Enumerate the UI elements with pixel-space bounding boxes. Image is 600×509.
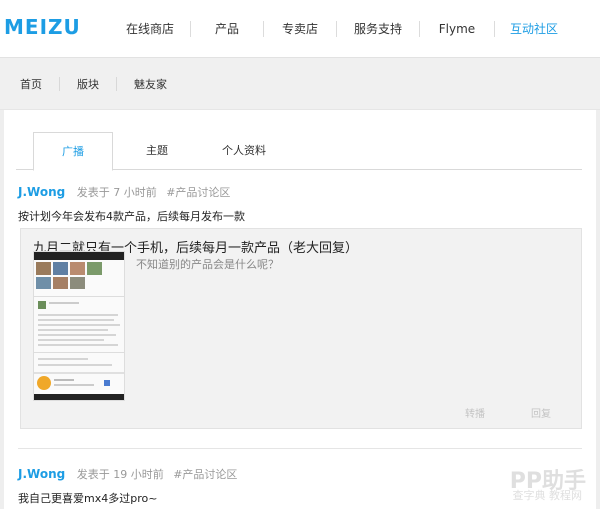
- watermark: PP助手 查字典 教程网: [440, 461, 590, 505]
- tab-profile[interactable]: 个人资料: [196, 132, 292, 171]
- subnav-fans[interactable]: 魅友家: [134, 76, 167, 92]
- reply-button[interactable]: 回复: [531, 405, 551, 420]
- nav-products[interactable]: 产品: [191, 0, 263, 58]
- repost-question: 不知道别的产品会是什么呢？: [136, 258, 279, 271]
- post-text: 我自己更喜爱mx4多过pro~: [18, 492, 158, 505]
- tab-topics[interactable]: 主题: [126, 132, 188, 171]
- post-meta: J.Wong 发表于 7 小时前 #产品讨论区: [18, 184, 230, 200]
- logo-text: MEIZU: [4, 15, 81, 39]
- subnav-home[interactable]: 首页: [20, 76, 42, 92]
- post-time: 发表于 7 小时前: [76, 186, 157, 199]
- top-navigation-bar: MEIZU 在线商店 产品 专卖店 服务支持 Flyme 互动社区: [0, 0, 600, 58]
- nav-community[interactable]: 互动社区: [495, 0, 573, 58]
- post-time: 发表于 19 小时前: [76, 468, 164, 481]
- post-author[interactable]: J.Wong: [18, 467, 65, 481]
- nav-stores[interactable]: 专卖店: [264, 0, 336, 58]
- watermark-sub: 查字典 教程网: [512, 489, 583, 502]
- post-divider: [18, 448, 582, 449]
- repost-actions: 转播 回复: [419, 405, 551, 420]
- phone-screenshot-thumbnail[interactable]: [33, 251, 125, 401]
- post-text: 按计划今年会发布4款产品，后续每月发布一款: [18, 210, 245, 223]
- meizu-logo[interactable]: MEIZU: [4, 16, 94, 38]
- subnav-forums[interactable]: 版块: [77, 76, 99, 92]
- thumbnail-image: [34, 252, 124, 400]
- nav-service-support[interactable]: 服务支持: [337, 0, 419, 58]
- profile-tabs: 广播 主题 个人资料: [16, 132, 582, 171]
- post-author[interactable]: J.Wong: [18, 185, 65, 199]
- nav-online-store[interactable]: 在线商店: [110, 0, 190, 58]
- sub-navigation-bar: 首页 版块 魅友家: [0, 58, 600, 110]
- tab-broadcast[interactable]: 广播: [33, 132, 113, 171]
- post-forum-tag[interactable]: #产品讨论区: [166, 186, 230, 199]
- sub-nav: 首页 版块 魅友家: [20, 58, 167, 110]
- forward-button[interactable]: 转播: [465, 405, 485, 420]
- feed-card: 广播 主题 个人资料 J.Wong 发表于 7 小时前 #产品讨论区 按计划今年…: [4, 110, 596, 509]
- post-forum-tag[interactable]: #产品讨论区: [173, 468, 237, 481]
- subnav-divider: [59, 77, 60, 91]
- post-meta: J.Wong 发表于 19 小时前 #产品讨论区: [18, 466, 237, 482]
- main-nav: 在线商店 产品 专卖店 服务支持 Flyme 互动社区: [110, 0, 573, 58]
- reposted-content[interactable]: 九月二就只有一个手机，后续每月一款产品（老大回复） 不知道别的产品会是什么呢？ …: [20, 228, 582, 429]
- subnav-divider: [116, 77, 117, 91]
- nav-flyme[interactable]: Flyme: [420, 0, 494, 58]
